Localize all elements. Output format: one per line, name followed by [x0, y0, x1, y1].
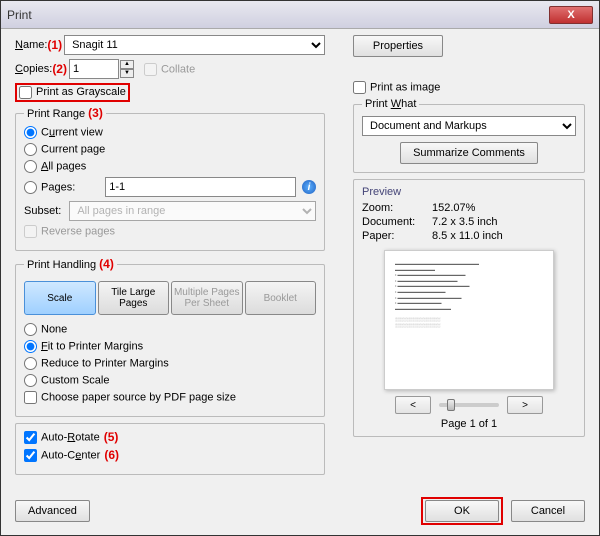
- grayscale-highlight: Print as Grayscale: [15, 83, 130, 102]
- print-as-image-option[interactable]: Print as image: [353, 81, 440, 94]
- document-label: Document:: [362, 216, 432, 228]
- print-what-group: Print What Document and Markups Summariz…: [353, 98, 585, 173]
- printer-select[interactable]: Snagit 11: [64, 35, 325, 55]
- page-indicator: Page 1 of 1: [362, 418, 576, 430]
- none-option[interactable]: None: [24, 323, 67, 336]
- reverse-pages-checkbox: [24, 225, 37, 238]
- pages-radio[interactable]: [24, 181, 37, 194]
- auto-center-option[interactable]: Auto-Center: [24, 449, 100, 462]
- custom-scale-radio[interactable]: [24, 374, 37, 387]
- paper-label: Paper:: [362, 230, 432, 242]
- properties-button[interactable]: Properties: [353, 35, 443, 57]
- copies-up[interactable]: ▲: [120, 60, 134, 69]
- next-page-button[interactable]: >: [507, 396, 543, 414]
- scale-tab[interactable]: Scale: [24, 281, 96, 315]
- page-slider[interactable]: [439, 403, 499, 407]
- copies-down[interactable]: ▼: [120, 69, 134, 78]
- all-pages-radio[interactable]: [24, 160, 37, 173]
- annotation-2: (2): [52, 62, 67, 76]
- ok-button[interactable]: OK: [425, 500, 499, 522]
- reduce-margins-option[interactable]: Reduce to Printer Margins: [24, 357, 169, 370]
- name-label: Name:: [15, 39, 47, 51]
- copies-label: Copies:: [15, 63, 52, 75]
- none-radio[interactable]: [24, 323, 37, 336]
- dialog-content: Name: (1) Snagit 11 Copies: (2) ▲ ▼ Coll…: [1, 29, 599, 535]
- zoom-label: Zoom:: [362, 202, 432, 214]
- print-handling-group: Print Handling (4) Scale Tile Large Page…: [15, 257, 325, 417]
- annotation-4: (4): [99, 257, 114, 271]
- current-page-radio[interactable]: [24, 143, 37, 156]
- choose-paper-checkbox[interactable]: [24, 391, 37, 404]
- preview-nav: < >: [362, 396, 576, 414]
- grayscale-label[interactable]: Print as Grayscale: [19, 86, 126, 98]
- all-pages-option[interactable]: All pages: [24, 160, 86, 173]
- print-dialog: Print X Name: (1) Snagit 11 Copies: (2) …: [0, 0, 600, 536]
- annotation-3: (3): [88, 106, 103, 120]
- print-range-group: Print Range (3) Current view Current pag…: [15, 106, 325, 251]
- close-button[interactable]: X: [549, 6, 593, 24]
- preview-group: Preview Zoom:152.07% Document:7.2 x 3.5 …: [353, 179, 585, 437]
- close-icon: X: [567, 9, 574, 21]
- document-value: 7.2 x 3.5 inch: [432, 216, 576, 228]
- auto-rotate-option[interactable]: Auto-Rotate: [24, 431, 100, 444]
- collate-label: Collate: [144, 63, 195, 76]
- reduce-margins-radio[interactable]: [24, 357, 37, 370]
- preview-legend: Preview: [362, 186, 576, 198]
- prev-page-button[interactable]: <: [395, 396, 431, 414]
- annotation-5: (5): [104, 430, 119, 444]
- print-handling-legend: Print Handling (4): [24, 257, 117, 271]
- print-as-image-checkbox[interactable]: [353, 81, 366, 94]
- subset-label: Subset:: [24, 205, 61, 217]
- fit-margins-option[interactable]: Fit to Printer Margins: [24, 340, 143, 353]
- ok-highlight: OK: [421, 497, 503, 525]
- print-what-legend: Print What: [362, 98, 419, 110]
- subset-select[interactable]: All pages in range: [69, 201, 316, 221]
- right-column: Properties Print as image Print What Doc…: [353, 35, 585, 437]
- advanced-button[interactable]: Advanced: [15, 500, 90, 522]
- copies-input[interactable]: [69, 59, 119, 79]
- booklet-tab[interactable]: Booklet: [245, 281, 317, 315]
- reverse-pages-option: Reverse pages: [24, 225, 115, 238]
- preview-page: ▬▬▬▬▬▬▬▬▬▬▬▬▬▬▬▬▬▬▬▬▬▬▬▬▬▬▬▬▬▬▬• ▬▬▬▬▬▬▬…: [384, 250, 554, 390]
- summarize-button[interactable]: Summarize Comments: [400, 142, 538, 164]
- zoom-value: 152.07%: [432, 202, 576, 214]
- auto-rotate-checkbox[interactable]: [24, 431, 37, 444]
- fit-margins-radio[interactable]: [24, 340, 37, 353]
- handling-segments: Scale Tile Large Pages Multiple Pages Pe…: [24, 281, 316, 315]
- custom-scale-option[interactable]: Custom Scale: [24, 374, 109, 387]
- current-view-radio[interactable]: [24, 126, 37, 139]
- current-view-option[interactable]: Current view: [24, 126, 103, 139]
- paper-value: 8.5 x 11.0 inch: [432, 230, 576, 242]
- left-column: Name: (1) Snagit 11 Copies: (2) ▲ ▼ Coll…: [15, 35, 325, 481]
- multiple-tab[interactable]: Multiple Pages Per Sheet: [171, 281, 243, 315]
- slider-thumb[interactable]: [447, 399, 455, 411]
- current-page-option[interactable]: Current page: [24, 143, 105, 156]
- print-what-select[interactable]: Document and Markups: [362, 116, 576, 136]
- grayscale-checkbox[interactable]: [19, 86, 32, 99]
- auto-center-checkbox[interactable]: [24, 449, 37, 462]
- cancel-button[interactable]: Cancel: [511, 500, 585, 522]
- print-range-legend: Print Range (3): [24, 106, 106, 120]
- tile-tab[interactable]: Tile Large Pages: [98, 281, 170, 315]
- annotation-6: (6): [104, 448, 119, 462]
- pages-option[interactable]: Pages:: [24, 181, 75, 194]
- pages-input[interactable]: [105, 177, 296, 197]
- footer: Advanced OK Cancel: [15, 497, 585, 525]
- choose-paper-option[interactable]: Choose paper source by PDF page size: [24, 391, 236, 404]
- auto-group: Auto-Rotate (5) Auto-Center (6): [15, 423, 325, 475]
- info-icon[interactable]: i: [302, 180, 316, 194]
- collate-checkbox: [144, 63, 157, 76]
- window-title: Print: [7, 8, 549, 22]
- annotation-1: (1): [47, 38, 62, 52]
- titlebar: Print X: [1, 1, 599, 29]
